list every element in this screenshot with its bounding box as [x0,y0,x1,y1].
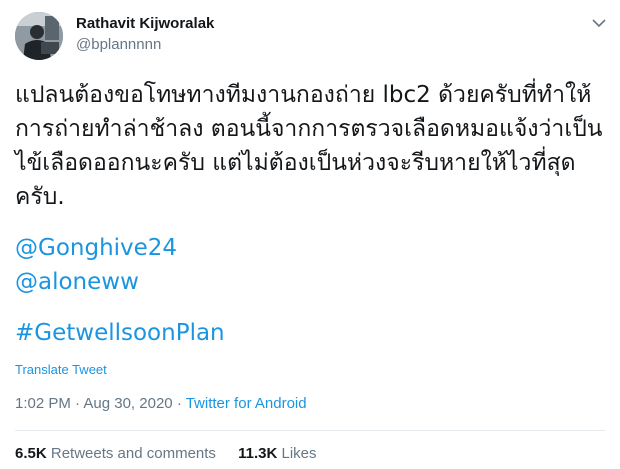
meta-separator: · [176,395,182,412]
avatar[interactable] [15,12,63,60]
likes-stat[interactable]: 11.3K Likes [238,445,316,462]
hashtag-link[interactable]: #GetwellsoonPlan [15,316,613,350]
mention-link[interactable]: @Gonghive24 [15,231,613,265]
tweet-time[interactable]: 1:02 PM [15,395,71,412]
tweet-text-line: การถ่ายทำล่าช้าลง ตอนนี้จากการตรวจเลือดห… [15,116,603,142]
likes-count: 11.3K [238,445,278,462]
chevron-down-icon[interactable] [590,14,608,32]
tweet-text-line: แปลนต้องขอโทษทางทีมงานกองถ่าย lbc2 ด้วยค… [15,82,592,108]
mention-link[interactable]: @aloneww [15,265,613,299]
tweet-meta: 1:02 PM · Aug 30, 2020 · Twitter for And… [15,395,307,412]
retweets-label: Retweets and comments [50,445,216,462]
tweet-source-link[interactable]: Twitter for Android [186,395,307,412]
tweet-date[interactable]: Aug 30, 2020 [83,395,172,412]
tweet-text-line: ครับ. [15,184,65,210]
tweet-body: แปลนต้องขอโทษทางทีมงานกองถ่าย lbc2 ด้วยค… [15,78,613,350]
tweet-text: แปลนต้องขอโทษทางทีมงานกองถ่าย lbc2 ด้วยค… [15,78,613,214]
author-name[interactable]: Rathavit Kijworalak [76,15,214,32]
retweets-count: 6.5K [15,445,47,462]
likes-label: Likes [281,445,317,462]
translate-tweet-link[interactable]: Translate Tweet [15,362,107,377]
tweet-text-line: ไข้เลือดออกนะครับ แต่ไม่ต้องเป็นห่วงจะรี… [15,150,576,176]
tweet-stats: 6.5K Retweets and comments 11.3K Likes [15,445,335,462]
divider [15,430,605,431]
author-handle[interactable]: @bplannnnn [76,36,161,53]
avatar-image [15,12,63,60]
meta-separator: · [75,395,81,412]
retweets-stat[interactable]: 6.5K Retweets and comments [15,445,220,462]
